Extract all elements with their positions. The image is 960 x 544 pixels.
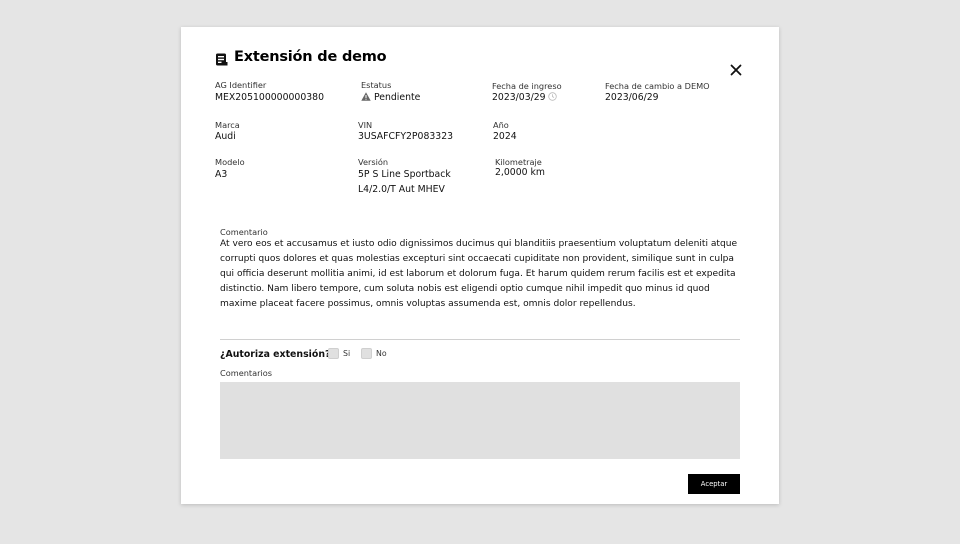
fecha-cambio-label: Fecha de cambio a DEMO	[605, 81, 710, 91]
version-label: Versión	[358, 157, 389, 167]
divider	[220, 339, 740, 340]
kilometraje-value: 2,0000 km	[495, 167, 545, 178]
anio-value: 2024	[493, 131, 517, 142]
clock-icon	[547, 92, 557, 101]
dialog-title: Extensión de demo	[234, 49, 387, 65]
document-icon	[215, 51, 228, 65]
extension-demo-dialog: Extensión de demo AG Identifier MEX20510…	[181, 27, 779, 504]
estatus-label: Estatus	[361, 80, 392, 90]
comentario-text: At vero eos et accusamus et iusto odio d…	[220, 239, 738, 309]
fecha-ingreso-text: 2023/03/29	[492, 92, 546, 103]
ag-identifier-label: AG Identifier	[215, 80, 267, 90]
marca-value: Audi	[215, 131, 236, 142]
warning-icon	[361, 92, 371, 101]
vin-value: 3USAFCFY2P083323	[358, 131, 454, 142]
vin-label: VIN	[358, 120, 373, 130]
option-no[interactable]: No	[361, 348, 387, 359]
no-checkbox[interactable]	[361, 348, 372, 359]
estatus-value: Pendiente	[361, 92, 420, 103]
autoriza-question: ¿Autoriza extensión?	[220, 349, 331, 360]
anio-label: Año	[493, 120, 509, 130]
accept-button[interactable]: Aceptar	[688, 474, 740, 494]
fecha-cambio-value: 2023/06/29	[605, 92, 659, 103]
version-value-line2: L4/2.0/T Aut MHEV	[358, 184, 445, 195]
si-label: Si	[343, 349, 351, 358]
close-icon[interactable]	[729, 62, 743, 76]
kilometraje-label: Kilometraje	[495, 157, 542, 167]
estatus-text: Pendiente	[374, 92, 421, 103]
ag-identifier-value: MEX205100000000380	[215, 92, 324, 103]
comentarios-label: Comentarios	[220, 368, 273, 378]
version-value: 5P S Line Sportback L4/2.0/T Aut MHEV	[358, 167, 451, 197]
dialog-header: Extensión de demo	[215, 49, 387, 65]
version-value-line1: 5P S Line Sportback	[358, 169, 451, 180]
no-label: No	[376, 349, 387, 358]
fecha-ingreso-label: Fecha de ingreso	[492, 81, 562, 91]
si-checkbox[interactable]	[328, 348, 339, 359]
modelo-value: A3	[215, 169, 228, 180]
comentarios-textarea[interactable]	[220, 382, 740, 459]
comentario-label: Comentario	[220, 227, 268, 237]
modelo-label: Modelo	[215, 157, 245, 167]
option-si[interactable]: Si	[328, 348, 350, 359]
fecha-ingreso-value: 2023/03/29	[492, 92, 557, 103]
marca-label: Marca	[215, 120, 240, 130]
